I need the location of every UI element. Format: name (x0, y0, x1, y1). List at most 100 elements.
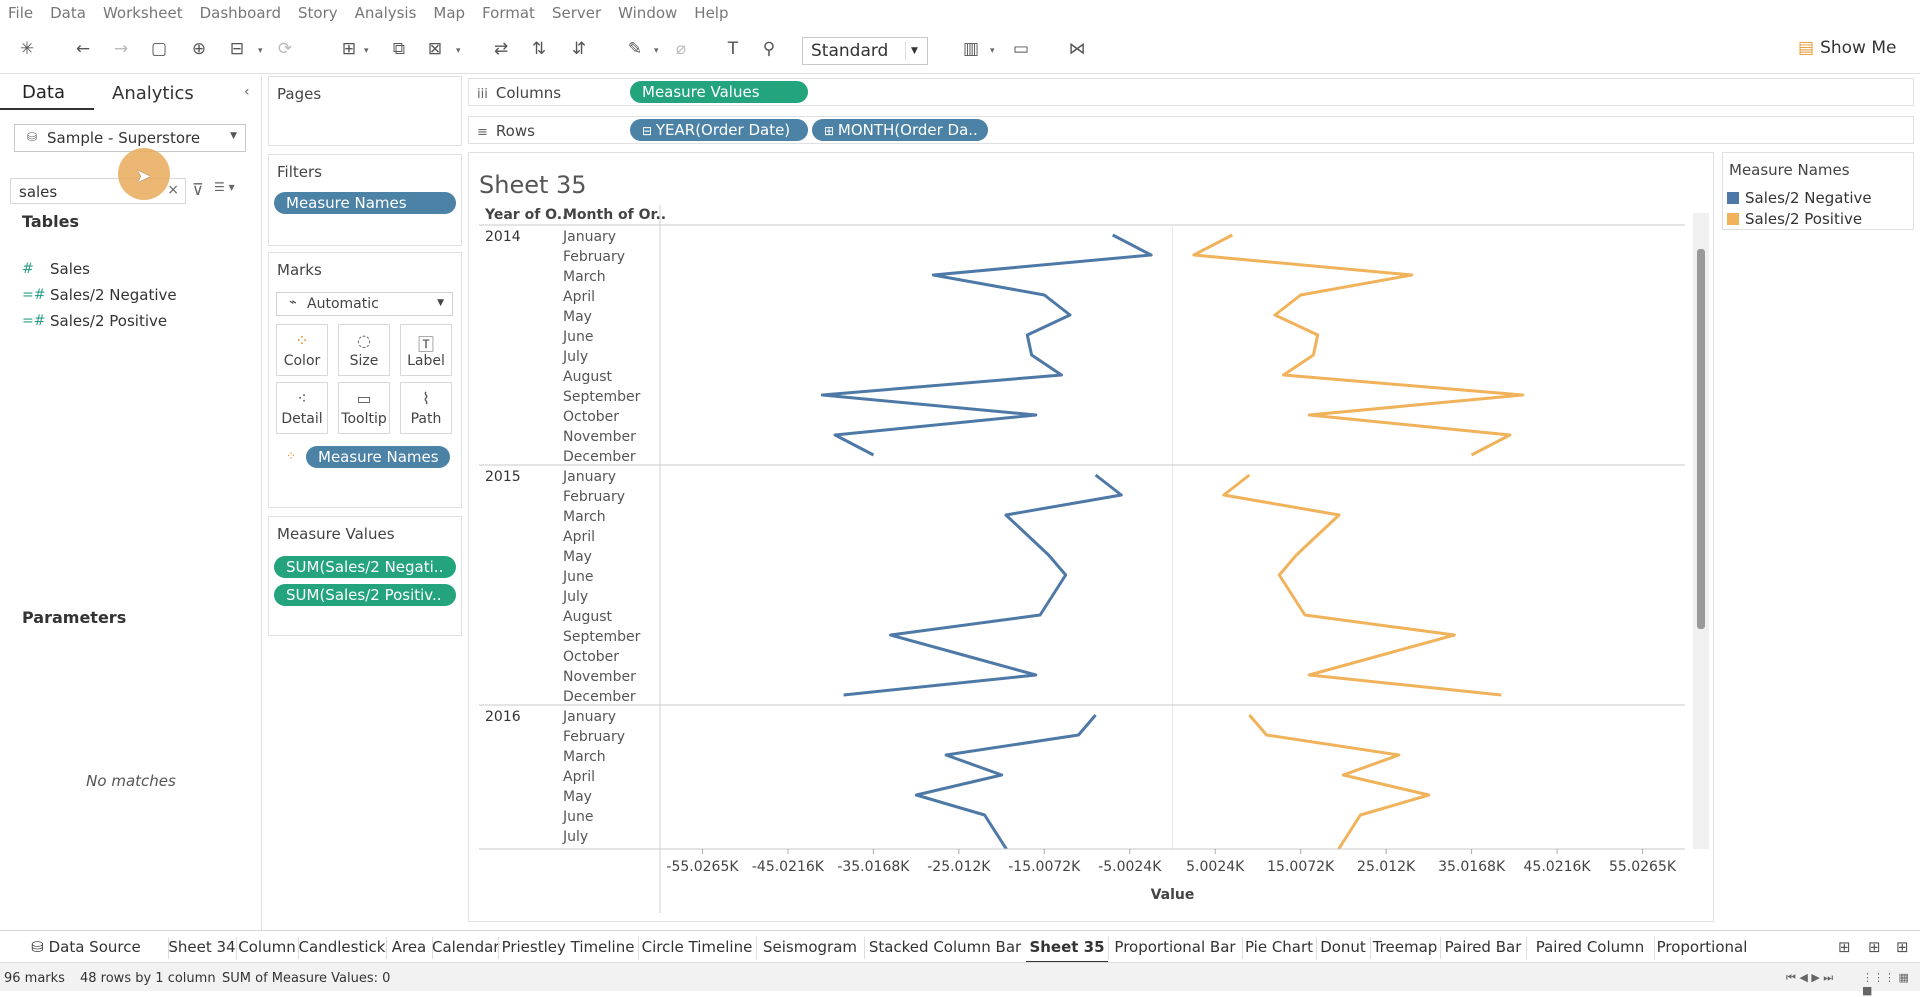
caret-icon[interactable]: ▾ (364, 46, 369, 56)
tooltip-button[interactable]: ▭ Tooltip (338, 382, 390, 434)
datasource-select[interactable]: ⛁ Sample - Superstore ▼ (14, 124, 246, 152)
pages-card[interactable]: Pages (268, 76, 462, 146)
label-button[interactable]: 🅃 Label (400, 324, 452, 376)
menu-server[interactable]: Server (552, 4, 601, 22)
new-worksheet-tab-icon[interactable]: ⊞ (1838, 931, 1860, 963)
pin-icon[interactable]: ⚲ (756, 36, 782, 62)
detail-button[interactable]: ⁖ Detail (276, 382, 328, 434)
field-sales-2-positive[interactable]: =# Sales/2 Positive (22, 312, 167, 330)
legend-item-positive[interactable]: Sales/2 Positive (1727, 210, 1862, 228)
x-tick-label: -15.0072K (1008, 859, 1081, 875)
sheet-nav-icons[interactable]: ⏮ ◀ ▶ ⏭ (1786, 971, 1833, 985)
filter-pill-measure-names[interactable]: Measure Names (274, 192, 456, 214)
sheet-tab[interactable]: Proportional Bar (1108, 931, 1242, 963)
menu-map[interactable]: Map (433, 4, 465, 22)
new-datasource-icon[interactable]: ⊕ (186, 36, 212, 62)
undo-icon[interactable]: ← (70, 36, 96, 62)
sheet-tab[interactable]: Donut (1316, 931, 1370, 963)
sheet-tab[interactable]: Circle Timeline (638, 931, 756, 963)
sheet-tab[interactable]: Sheet 34 (168, 931, 236, 963)
menu-help[interactable]: Help (694, 4, 728, 22)
mv-pill-negative[interactable]: SUM(Sales/2 Negati.. (274, 556, 456, 578)
view-options-icon[interactable]: ☰ ▾ (214, 180, 235, 194)
sheet-tab[interactable]: Calendar (432, 931, 499, 963)
text-label-icon[interactable]: T (720, 36, 746, 62)
menu-analysis[interactable]: Analysis (355, 4, 417, 22)
menu-dashboard[interactable]: Dashboard (200, 4, 281, 22)
sheet-tab[interactable]: Seismogram (756, 931, 864, 963)
series-line-positive[interactable] (1192, 233, 1525, 457)
sheet-tab[interactable]: Sheet 35 (1026, 931, 1108, 963)
tab-data[interactable]: Data (0, 76, 94, 110)
series-line-negative[interactable] (820, 233, 1153, 457)
series-line-positive[interactable] (1248, 714, 1431, 923)
legend-item-negative[interactable]: Sales/2 Negative (1727, 189, 1872, 207)
menu-format[interactable]: Format (482, 4, 535, 22)
datasource-icon[interactable]: ⊟ (224, 36, 250, 62)
tab-analytics[interactable]: Analytics (112, 83, 194, 104)
sheet-tab[interactable]: Priestley Timeline (498, 931, 638, 963)
menu-file[interactable]: File (8, 4, 33, 22)
sheet-tab[interactable]: Candlestick (298, 931, 386, 963)
series-line-negative[interactable] (843, 473, 1123, 697)
save-icon[interactable]: ▢ (146, 36, 172, 62)
show-me-button[interactable]: ▤ Show Me (1798, 38, 1896, 58)
menu-worksheet[interactable]: Worksheet (103, 4, 183, 22)
collapse-pane-icon[interactable]: ‹ (244, 84, 250, 100)
share-icon[interactable]: ⋈ (1064, 36, 1090, 62)
caret-icon[interactable]: ▾ (990, 46, 995, 56)
color-button[interactable]: ⁘ Color (276, 324, 328, 376)
month-label: April (563, 769, 595, 785)
sheet-tab[interactable]: ⛁ Data Source (4, 931, 168, 963)
rows-pill-year[interactable]: ⊟ YEAR(Order Date) (630, 119, 808, 141)
sheet-tab[interactable]: Area (386, 931, 432, 963)
sheet-tab[interactable]: Proportional (1654, 931, 1750, 963)
caret-icon[interactable]: ▾ (654, 46, 659, 56)
presentation-icon[interactable]: ▭ (1008, 36, 1034, 62)
rows-pill-month-label: MONTH(Order Da.. (837, 121, 978, 139)
swap-icon[interactable]: ⇄ (488, 36, 514, 62)
sort-descending-icon[interactable]: ⇵ (566, 36, 592, 62)
sheet-tab[interactable]: Column (236, 931, 298, 963)
tableau-logo-icon[interactable]: ✳ (14, 36, 40, 62)
series-line-negative[interactable] (914, 714, 1097, 923)
marks-pill-measure-names[interactable]: Measure Names (306, 446, 450, 468)
legend-swatch (1727, 213, 1739, 225)
series-line-positive[interactable] (1222, 473, 1502, 697)
menu-data[interactable]: Data (50, 4, 86, 22)
field-sales[interactable]: # Sales (22, 260, 90, 278)
sheet-tab[interactable]: Paired Bar (1440, 931, 1526, 963)
rows-pill-month[interactable]: ⊞ MONTH(Order Da.. (812, 119, 988, 141)
vertical-scrollbar-thumb[interactable] (1697, 249, 1705, 629)
mark-type-select[interactable]: ⌁ Automatic ▼ (276, 292, 453, 316)
sheet-tab[interactable]: Stacked Column Bar (864, 931, 1026, 963)
menu-story[interactable]: Story (298, 4, 338, 22)
sheet-tab[interactable]: Pie Chart (1242, 931, 1316, 963)
clear-sheet-icon[interactable]: ⊠ (422, 36, 448, 62)
refresh-icon[interactable]: ⟳ (272, 36, 298, 62)
group-icon[interactable]: ⌀ (668, 36, 694, 62)
sheet-tab[interactable]: Treemap (1370, 931, 1440, 963)
sheet-tab[interactable]: Paired Column (1526, 931, 1654, 963)
path-icon: ⌇ (422, 389, 430, 408)
duplicate-icon[interactable]: ⧉ (386, 36, 412, 62)
sort-ascending-icon[interactable]: ⇅ (526, 36, 552, 62)
fit-dropdown[interactable]: Standard ▼ (802, 37, 928, 65)
path-button[interactable]: ⌇ Path (400, 382, 452, 434)
mv-pill-positive[interactable]: SUM(Sales/2 Positiv.. (274, 584, 456, 606)
columns-pill-measure-values[interactable]: Measure Values (630, 81, 808, 103)
redo-icon[interactable]: → (108, 36, 134, 62)
menu-window[interactable]: Window (618, 4, 677, 22)
new-worksheet-icon[interactable]: ⊞ (336, 36, 362, 62)
caret-icon[interactable]: ▾ (456, 46, 461, 56)
new-dashboard-tab-icon[interactable]: ⊞ (1868, 931, 1890, 963)
view-mode-icons[interactable]: ⋮⋮⋮ ▦ ■ (1862, 971, 1920, 997)
caret-icon[interactable]: ▾ (258, 46, 263, 56)
size-button[interactable]: ◌ Size (338, 324, 390, 376)
clear-search-icon[interactable]: × (167, 182, 179, 198)
highlight-icon[interactable]: ✎ (622, 36, 648, 62)
show-cards-icon[interactable]: ▥ (958, 36, 984, 62)
filter-icon[interactable]: ⊽ (192, 180, 204, 199)
new-story-tab-icon[interactable]: ⊞ (1896, 931, 1918, 963)
field-sales-2-negative[interactable]: =# Sales/2 Negative (22, 286, 177, 304)
